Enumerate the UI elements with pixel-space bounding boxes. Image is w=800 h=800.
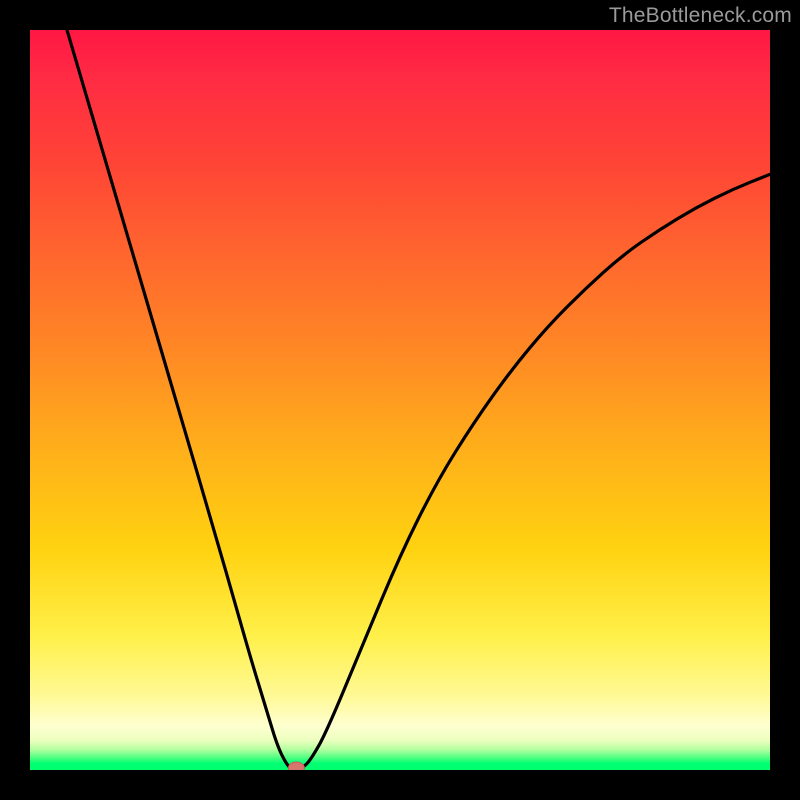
watermark-text: TheBottleneck.com	[609, 4, 792, 28]
chart-frame: TheBottleneck.com	[0, 0, 800, 800]
bottleneck-curve	[67, 30, 770, 770]
optimal-point-marker	[288, 762, 304, 770]
curve-svg	[30, 30, 770, 770]
plot-area	[30, 30, 770, 770]
